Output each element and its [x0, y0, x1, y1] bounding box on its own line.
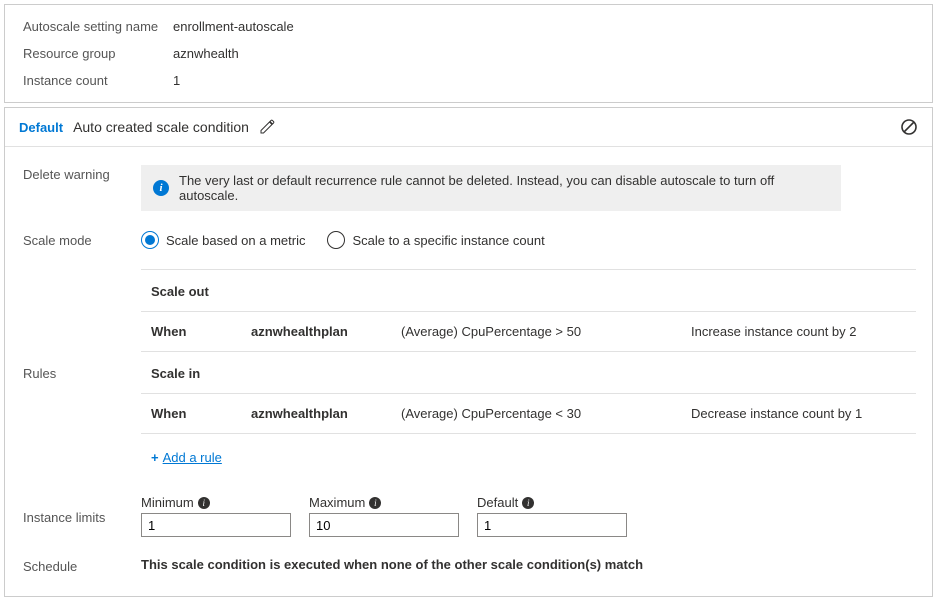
scale-in-rule-row[interactable]: When aznwhealthplan (Average) CpuPercent…	[141, 393, 916, 433]
scale-out-resource: aznwhealthplan	[251, 324, 401, 339]
scale-mode-specific-radio[interactable]: Scale to a specific instance count	[327, 231, 544, 249]
delete-warning-banner: i The very last or default recurrence ru…	[141, 165, 841, 211]
rules-label: Rules	[23, 364, 141, 381]
edit-icon[interactable]	[259, 119, 275, 135]
rules-row: Rules Scale out When aznwhealthplan (Ave…	[23, 269, 918, 475]
info-icon: i	[153, 180, 169, 196]
radio-selected-icon	[141, 231, 159, 249]
minimum-field: Minimum i	[141, 495, 291, 537]
maximum-field: Maximum i	[309, 495, 459, 537]
scale-in-resource: aznwhealthplan	[251, 406, 401, 421]
instance-count-value: 1	[173, 73, 180, 88]
setting-name-label: Autoscale setting name	[23, 19, 173, 34]
scale-in-condition: (Average) CpuPercentage < 30	[401, 406, 691, 421]
delete-disabled-icon[interactable]	[900, 118, 918, 136]
delete-warning-row: Delete warning i The very last or defaul…	[23, 165, 918, 211]
delete-warning-label: Delete warning	[23, 165, 141, 182]
scale-condition-panel: Default Auto created scale condition Del…	[4, 107, 933, 597]
summary-row-resource-group: Resource group aznwhealth	[23, 46, 914, 61]
maximum-input[interactable]	[309, 513, 459, 537]
default-field: Default i	[477, 495, 627, 537]
scale-mode-metric-label: Scale based on a metric	[166, 233, 305, 248]
delete-warning-text: The very last or default recurrence rule…	[179, 173, 829, 203]
instance-limits-row: Instance limits Minimum i Maximum i	[23, 495, 918, 537]
condition-header: Default Auto created scale condition	[5, 108, 932, 147]
scale-mode-label: Scale mode	[23, 231, 141, 248]
minimum-input[interactable]	[141, 513, 291, 537]
instance-limits-label: Instance limits	[23, 508, 141, 525]
schedule-label: Schedule	[23, 557, 141, 574]
default-label: Default	[477, 495, 518, 510]
limits-fields: Minimum i Maximum i De	[141, 495, 918, 537]
info-icon[interactable]: i	[198, 497, 210, 509]
add-rule-button[interactable]: + Add a rule	[141, 434, 918, 475]
instance-count-label: Instance count	[23, 73, 173, 88]
info-icon[interactable]: i	[522, 497, 534, 509]
scale-out-condition: (Average) CpuPercentage > 50	[401, 324, 691, 339]
radio-unselected-icon	[327, 231, 345, 249]
setting-name-value: enrollment-autoscale	[173, 19, 294, 34]
schedule-text: This scale condition is executed when no…	[141, 557, 918, 572]
scale-out-heading: Scale out	[141, 270, 916, 311]
resource-group-value: aznwhealth	[173, 46, 239, 61]
plus-icon: +	[151, 450, 159, 465]
scale-mode-metric-radio[interactable]: Scale based on a metric	[141, 231, 305, 249]
scale-mode-radio-group: Scale based on a metric Scale to a speci…	[141, 231, 918, 249]
condition-default-badge: Default	[19, 120, 63, 135]
schedule-row: Schedule This scale condition is execute…	[23, 557, 918, 574]
summary-row-instance-count: Instance count 1	[23, 73, 914, 88]
condition-body: Delete warning i The very last or defaul…	[5, 147, 932, 596]
minimum-label: Minimum	[141, 495, 194, 510]
resource-group-label: Resource group	[23, 46, 173, 61]
condition-title: Auto created scale condition	[73, 119, 249, 135]
scale-in-heading: Scale in	[141, 352, 916, 393]
rule-when-label-2: When	[151, 406, 251, 421]
maximum-label: Maximum	[309, 495, 365, 510]
rules-area: Scale out When aznwhealthplan (Average) …	[141, 269, 916, 434]
default-input[interactable]	[477, 513, 627, 537]
scale-out-rule-row[interactable]: When aznwhealthplan (Average) CpuPercent…	[141, 311, 916, 352]
summary-panel: Autoscale setting name enrollment-autosc…	[4, 4, 933, 103]
scale-mode-row: Scale mode Scale based on a metric Scale…	[23, 231, 918, 249]
info-icon[interactable]: i	[369, 497, 381, 509]
add-rule-label: Add a rule	[163, 450, 222, 465]
scale-in-action: Decrease instance count by 1	[691, 406, 906, 421]
scale-out-action: Increase instance count by 2	[691, 324, 906, 339]
summary-row-setting-name: Autoscale setting name enrollment-autosc…	[23, 19, 914, 34]
scale-mode-specific-label: Scale to a specific instance count	[352, 233, 544, 248]
rule-when-label: When	[151, 324, 251, 339]
